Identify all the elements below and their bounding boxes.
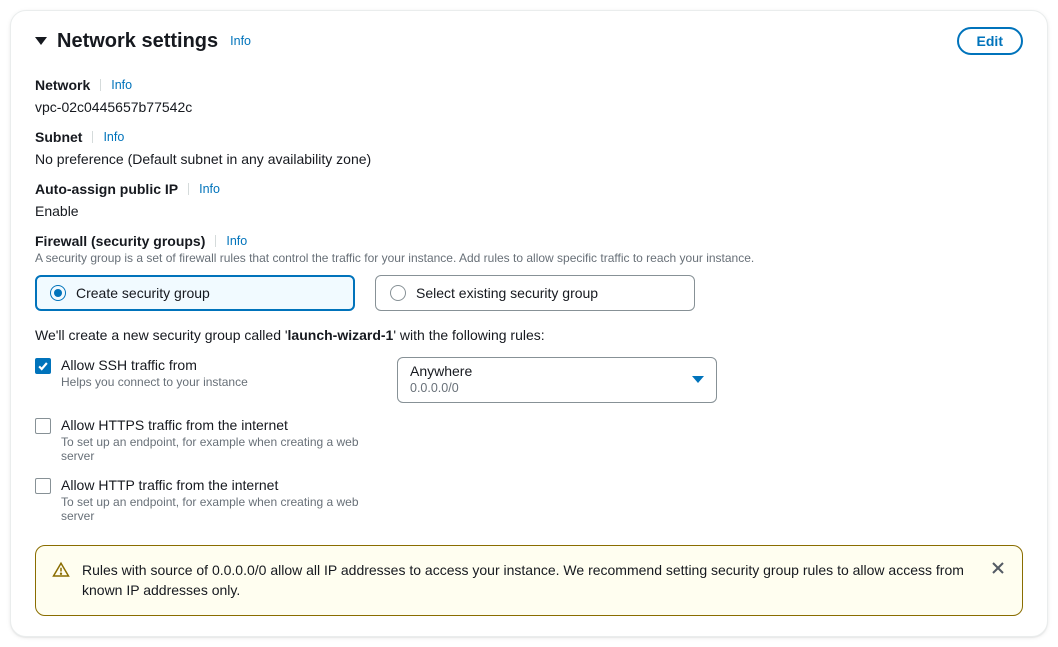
- alert-text: Rules with source of 0.0.0.0/0 allow all…: [82, 560, 978, 601]
- allow-https-row: Allow HTTPS traffic from the internet To…: [35, 417, 1023, 463]
- network-settings-panel: Network settings Info Edit Network Info …: [10, 10, 1048, 637]
- ssh-source-main: Anywhere: [410, 363, 472, 381]
- panel-header: Network settings Info Edit: [35, 11, 1023, 63]
- allow-http-checkbox[interactable]: [35, 478, 51, 494]
- allow-ssh-checkbox[interactable]: [35, 358, 51, 374]
- allow-http-label: Allow HTTP traffic from the internet: [61, 477, 385, 493]
- warning-icon: [52, 561, 70, 582]
- firewall-field: Firewall (security groups) Info A securi…: [35, 233, 1023, 616]
- allow-http-row: Allow HTTP traffic from the internet To …: [35, 477, 1023, 523]
- radio-icon: [50, 285, 66, 301]
- ssh-source-sub: 0.0.0.0/0: [410, 381, 472, 397]
- chevron-down-icon: [692, 376, 704, 383]
- allow-ssh-help: Helps you connect to your instance: [61, 375, 248, 389]
- firewall-info-link[interactable]: Info: [215, 235, 247, 248]
- warning-alert: Rules with source of 0.0.0.0/0 allow all…: [35, 545, 1023, 616]
- subnet-value: No preference (Default subnet in any ava…: [35, 151, 1023, 167]
- firewall-radio-group: Create security group Select existing se…: [35, 275, 1023, 311]
- network-field: Network Info vpc-02c0445657b77542c: [35, 77, 1023, 115]
- create-sg-label: Create security group: [76, 285, 210, 301]
- security-group-note: We'll create a new security group called…: [35, 327, 1023, 343]
- auto-ip-field: Auto-assign public IP Info Enable: [35, 181, 1023, 219]
- allow-https-help: To set up an endpoint, for example when …: [61, 435, 385, 463]
- close-icon: [990, 560, 1006, 576]
- panel-title: Network settings: [57, 30, 218, 53]
- auto-ip-value: Enable: [35, 203, 1023, 219]
- select-sg-label: Select existing security group: [416, 285, 598, 301]
- select-existing-security-group-radio[interactable]: Select existing security group: [375, 275, 695, 311]
- header-info-link[interactable]: Info: [228, 35, 251, 48]
- radio-icon: [390, 285, 406, 301]
- allow-https-checkbox[interactable]: [35, 418, 51, 434]
- firewall-label: Firewall (security groups): [35, 233, 205, 249]
- subnet-field: Subnet Info No preference (Default subne…: [35, 129, 1023, 167]
- collapse-caret-icon[interactable]: [35, 37, 47, 45]
- firewall-help: A security group is a set of firewall ru…: [35, 251, 1023, 265]
- ssh-source-select[interactable]: Anywhere 0.0.0.0/0: [397, 357, 717, 403]
- allow-ssh-row: Allow SSH traffic from Helps you connect…: [35, 357, 1023, 403]
- alert-close-button[interactable]: [990, 560, 1006, 579]
- create-security-group-radio[interactable]: Create security group: [35, 275, 355, 311]
- auto-ip-info-link[interactable]: Info: [188, 183, 220, 196]
- subnet-info-link[interactable]: Info: [92, 131, 124, 144]
- network-label: Network: [35, 77, 90, 93]
- auto-ip-label: Auto-assign public IP: [35, 181, 178, 197]
- allow-https-label: Allow HTTPS traffic from the internet: [61, 417, 385, 433]
- network-info-link[interactable]: Info: [100, 79, 132, 92]
- edit-button[interactable]: Edit: [957, 27, 1023, 55]
- network-value: vpc-02c0445657b77542c: [35, 99, 1023, 115]
- subnet-label: Subnet: [35, 129, 82, 145]
- allow-ssh-label: Allow SSH traffic from: [61, 357, 248, 373]
- allow-http-help: To set up an endpoint, for example when …: [61, 495, 385, 523]
